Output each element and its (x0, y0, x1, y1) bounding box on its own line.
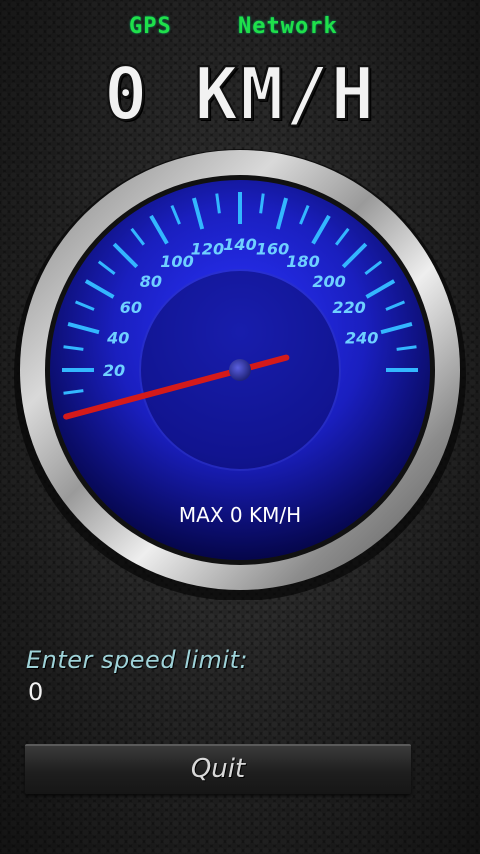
gauge-tick-label: 20 (103, 361, 125, 380)
speedometer-gauge: 20 40 60 80100120 140 160180200 220 240 MAX 0 K… (14, 149, 466, 600)
gauge-tick-label: 160 (256, 239, 289, 258)
gauge-tick-label: 60 (120, 298, 142, 317)
gauge-tick-label: 100 (160, 252, 193, 271)
max-speed-label: MAX 0 KM/H (179, 503, 301, 527)
gauge-tick-label: 80 (140, 272, 162, 291)
gauge-tick-label: 220 (332, 298, 365, 317)
gauge-tick-label: 40 (106, 328, 129, 347)
network-status: Network (238, 14, 338, 39)
gauge-tick-label: 140 (223, 235, 256, 254)
gauge-tick-label: 200 (312, 272, 345, 291)
gps-status: GPS (129, 14, 172, 39)
gauge-tick-label: 240 (345, 328, 378, 347)
needle-hub (229, 359, 251, 381)
current-speed-readout: 0 KM/H (103, 51, 377, 137)
speed-limit-input[interactable] (24, 676, 232, 708)
quit-button[interactable]: Quit (25, 744, 411, 794)
gauge-tick-label: 180 (286, 252, 319, 271)
speed-limit-label: Enter speed limit: (26, 646, 249, 674)
gauge-tick-label: 120 (191, 239, 224, 258)
